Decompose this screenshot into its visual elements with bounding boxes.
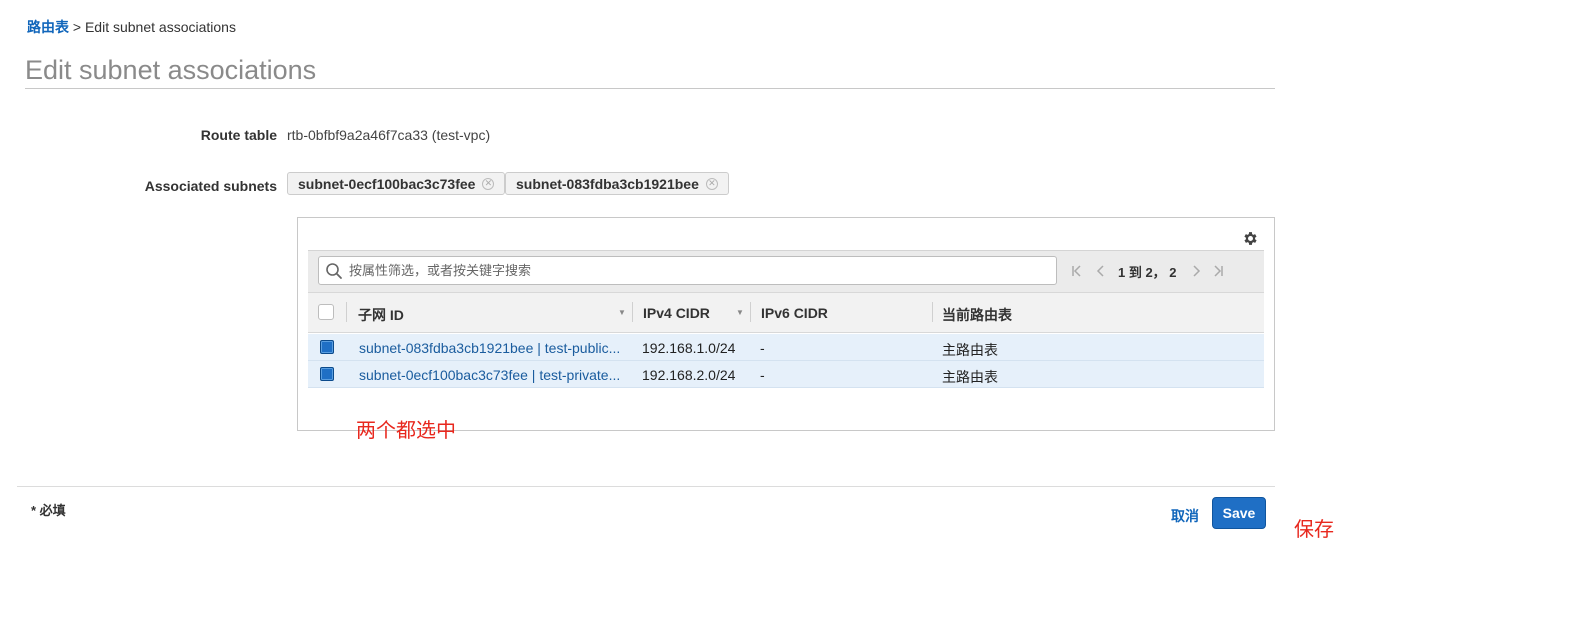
column-header-ipv6[interactable]: IPv6 CIDR: [761, 305, 828, 321]
route-table-cell: 主路由表: [942, 342, 998, 358]
search-box: [318, 256, 1057, 285]
row-checkbox[interactable]: [320, 340, 334, 354]
breadcrumb-separator: >: [72, 19, 82, 35]
breadcrumb-link-route-tables[interactable]: 路由表: [27, 19, 69, 35]
first-page-icon[interactable]: [1070, 264, 1084, 278]
ipv6-cidr-cell: -: [760, 340, 765, 356]
annotation-save: 保存: [1294, 519, 1334, 541]
subnet-token-label: subnet-0ecf100bac3c73fee: [298, 175, 476, 192]
ipv6-cidr-cell: -: [760, 367, 765, 383]
associated-subnets-label: Associated subnets: [144, 178, 277, 194]
column-divider: [750, 302, 751, 322]
pagination: 1 到 2， 2: [1070, 262, 1225, 280]
subnet-token: subnet-083fdba3cb1921bee ✕: [505, 172, 729, 195]
page-title: Edit subnet associations: [25, 55, 317, 85]
subnet-link[interactable]: subnet-083fdba3cb1921bee | test-public..…: [359, 340, 620, 356]
cancel-button[interactable]: 取消: [1171, 506, 1199, 526]
footer-divider: [17, 486, 1275, 487]
last-page-icon[interactable]: [1211, 264, 1225, 278]
subnet-link[interactable]: subnet-0ecf100bac3c73fee | test-private.…: [359, 367, 620, 383]
column-header-ipv4[interactable]: IPv4 CIDR: [643, 305, 710, 321]
breadcrumb: 路由表 > Edit subnet associations: [27, 17, 236, 37]
remove-token-icon[interactable]: ✕: [705, 177, 718, 190]
annotation-select-both: 两个都选中: [356, 420, 456, 442]
column-header-route-table[interactable]: 当前路由表: [942, 305, 1012, 325]
next-page-icon[interactable]: [1189, 264, 1203, 278]
sort-caret-icon[interactable]: ▼: [736, 308, 744, 317]
subnet-token: subnet-0ecf100bac3c73fee ✕: [287, 172, 506, 195]
route-table-label: Route table: [200, 127, 277, 143]
column-divider: [346, 302, 347, 322]
column-divider: [632, 302, 633, 322]
route-table-cell: 主路由表: [942, 369, 998, 385]
gear-icon[interactable]: [1242, 230, 1259, 247]
search-input[interactable]: [347, 262, 1031, 279]
ipv4-cidr-cell: 192.168.2.0/24: [642, 367, 736, 383]
save-button[interactable]: Save: [1212, 497, 1266, 529]
search-icon: [326, 262, 342, 279]
column-divider: [932, 302, 933, 322]
breadcrumb-current: Edit subnet associations: [84, 19, 236, 35]
required-note: * 必填: [31, 503, 66, 518]
column-header-subnet-id[interactable]: 子网 ID: [358, 305, 404, 325]
row-checkbox[interactable]: [320, 367, 334, 381]
route-table-value: rtb-0bfbf9a2a46f7ca33 (test-vpc): [287, 127, 491, 143]
prev-page-icon[interactable]: [1094, 264, 1108, 278]
pagination-text: 1 到 2， 2: [1118, 264, 1177, 280]
select-all-checkbox[interactable]: [318, 304, 334, 320]
title-divider: [25, 88, 1275, 89]
remove-token-icon[interactable]: ✕: [482, 177, 495, 190]
subnet-token-label: subnet-083fdba3cb1921bee: [516, 175, 699, 192]
ipv4-cidr-cell: 192.168.1.0/24: [642, 340, 736, 356]
sort-caret-icon[interactable]: ▼: [618, 308, 626, 317]
